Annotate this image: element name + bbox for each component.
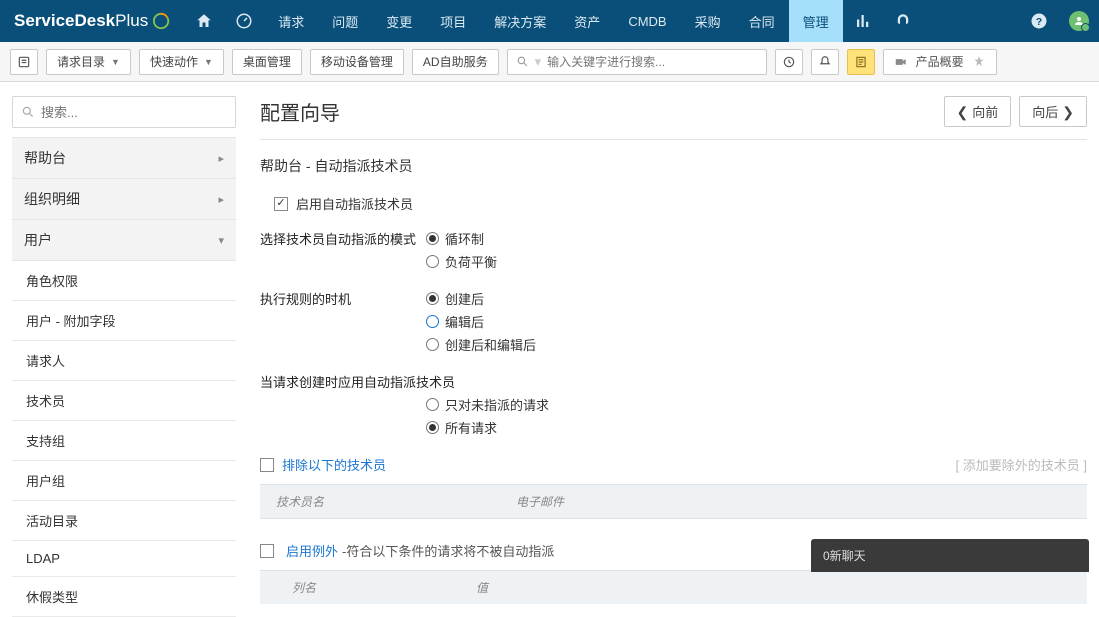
sidebar-item-1[interactable]: 用户 - 附加字段 <box>12 301 236 341</box>
breadcrumb: 帮助台 - 自动指派技术员 <box>260 156 1087 176</box>
chevron-right-icon: ▸ <box>218 152 224 165</box>
th-value: 值 <box>460 571 504 604</box>
pin-icon <box>972 55 986 69</box>
chat-count-label: 0新聊天 <box>823 549 866 563</box>
add-exclude-link[interactable]: [ 添加要除外的技术员 ] <box>956 455 1087 474</box>
global-search[interactable]: ▾ <box>507 49 767 75</box>
th-technician: 技术员名 <box>260 485 500 518</box>
topnav-item-2[interactable]: 变更 <box>372 0 426 42</box>
topnav-item-4[interactable]: 解决方案 <box>480 0 560 42</box>
request-catalog-dropdown[interactable]: 请求目录 ▼ <box>46 49 131 75</box>
sidebar-search-input[interactable] <box>41 105 227 120</box>
new-request-icon[interactable] <box>10 49 38 75</box>
enable-auto-assign-checkbox[interactable] <box>274 197 288 211</box>
reports-icon[interactable] <box>843 0 883 42</box>
scope-option-0[interactable]: 只对未指派的请求 <box>426 395 549 414</box>
radio-icon <box>426 315 439 328</box>
topnav-item-7[interactable]: 采购 <box>681 0 735 42</box>
notes-icon[interactable] <box>847 49 875 75</box>
exception-table-header: 列名 值 <box>260 570 1087 604</box>
product-overview-button[interactable]: 产品概要 <box>883 49 997 75</box>
sidebar-search[interactable] <box>12 96 236 128</box>
recent-items-icon[interactable] <box>775 49 803 75</box>
scope-option-1[interactable]: 所有请求 <box>426 418 549 437</box>
topnav-item-8[interactable]: 合同 <box>735 0 789 42</box>
sidebar-item-4[interactable]: 支持组 <box>12 421 236 461</box>
exception-description: -符合以下条件的请求将不被自动指派 <box>342 541 554 560</box>
chevron-right-icon: ▸ <box>218 193 224 206</box>
sidebar-item-2[interactable]: 请求人 <box>12 341 236 381</box>
topnav-item-3[interactable]: 项目 <box>426 0 480 42</box>
timing-option-0[interactable]: 创建后 <box>426 289 536 308</box>
sidebar-item-8[interactable]: 休假类型 <box>12 577 236 617</box>
mode-label: 选择技术员自动指派的模式 <box>260 229 426 271</box>
mode-option-0[interactable]: 循环制 <box>426 229 497 248</box>
th-email: 电子邮件 <box>500 485 580 518</box>
topnav-item-9[interactable]: 管理 <box>789 0 843 42</box>
svg-text:?: ? <box>1036 16 1042 28</box>
search-icon <box>516 55 529 68</box>
brand-part1: ServiceDesk <box>14 11 115 31</box>
chevron-down-icon: ▾ <box>218 234 224 247</box>
brand-logo: ServiceDesk Plus <box>0 11 184 31</box>
topnav-item-5[interactable]: 资产 <box>560 0 614 42</box>
exclude-table-header: 技术员名 电子邮件 <box>260 484 1087 519</box>
enable-exception-checkbox[interactable] <box>260 544 274 558</box>
mobile-mgmt-button[interactable]: 移动设备管理 <box>310 49 404 75</box>
chevron-down-icon: ▼ <box>111 57 120 67</box>
page-title: 配置向导 <box>260 97 340 126</box>
topnav-item-0[interactable]: 请求 <box>264 0 318 42</box>
scope-label: 当请求创建时应用自动指派技术员 <box>260 372 540 391</box>
enable-auto-assign-label: 启用自动指派技术员 <box>296 194 413 213</box>
chevron-down-icon: ▼ <box>204 57 213 67</box>
help-icon[interactable]: ? <box>1019 0 1059 42</box>
notification-bell-icon[interactable] <box>811 49 839 75</box>
sidebar-group-users[interactable]: 用户▾ <box>12 219 236 261</box>
home-icon[interactable] <box>184 0 224 42</box>
chevron-right-icon: ❯ <box>1062 105 1074 119</box>
radio-icon <box>426 398 439 411</box>
radio-icon <box>426 232 439 245</box>
exclude-technicians-label[interactable]: 排除以下的技术员 <box>282 455 386 474</box>
th-column: 列名 <box>260 571 460 604</box>
timing-label: 执行规则的时机 <box>260 289 426 354</box>
brand-part2: Plus <box>115 11 148 31</box>
global-search-input[interactable] <box>547 55 757 69</box>
sidebar-item-0[interactable]: 角色权限 <box>12 261 236 301</box>
search-icon <box>21 105 35 119</box>
enable-exception-label[interactable]: 启用例外 <box>286 541 338 560</box>
dashboard-icon[interactable] <box>224 0 264 42</box>
brand-swirl-icon <box>152 12 170 30</box>
chevron-left-icon: ❮ <box>957 105 969 119</box>
sidebar-item-3[interactable]: 技术员 <box>12 381 236 421</box>
wizard-next-button[interactable]: 向后❯ <box>1019 96 1087 127</box>
request-catalog-label: 请求目录 <box>57 53 105 70</box>
sidebar-group-helpdesk[interactable]: 帮助台▸ <box>12 137 236 179</box>
chat-bar[interactable]: 0新聊天 <box>811 539 1089 572</box>
radio-icon <box>426 292 439 305</box>
exclude-technicians-checkbox[interactable] <box>260 458 274 472</box>
quick-action-dropdown[interactable]: 快速动作 ▼ <box>139 49 224 75</box>
timing-option-2[interactable]: 创建后和编辑后 <box>426 335 536 354</box>
radio-icon <box>426 421 439 434</box>
quick-action-label: 快速动作 <box>150 53 198 70</box>
sidebar-item-6[interactable]: 活动目录 <box>12 501 236 541</box>
user-avatar-icon[interactable] <box>1059 0 1099 42</box>
mode-option-1[interactable]: 负荷平衡 <box>426 252 497 271</box>
wizard-prev-button[interactable]: ❮向前 <box>944 96 1012 127</box>
topnav-item-1[interactable]: 问题 <box>318 0 372 42</box>
topnav-item-6[interactable]: CMDB <box>614 0 680 42</box>
timing-option-1[interactable]: 编辑后 <box>426 312 536 331</box>
video-icon <box>894 55 908 69</box>
radio-icon <box>426 338 439 351</box>
sidebar-item-5[interactable]: 用户组 <box>12 461 236 501</box>
support-icon[interactable] <box>883 0 923 42</box>
desktop-mgmt-button[interactable]: 桌面管理 <box>232 49 302 75</box>
sidebar-group-org[interactable]: 组织明细▸ <box>12 178 236 220</box>
ad-selfservice-button[interactable]: AD自助服务 <box>412 49 499 75</box>
radio-icon <box>426 255 439 268</box>
